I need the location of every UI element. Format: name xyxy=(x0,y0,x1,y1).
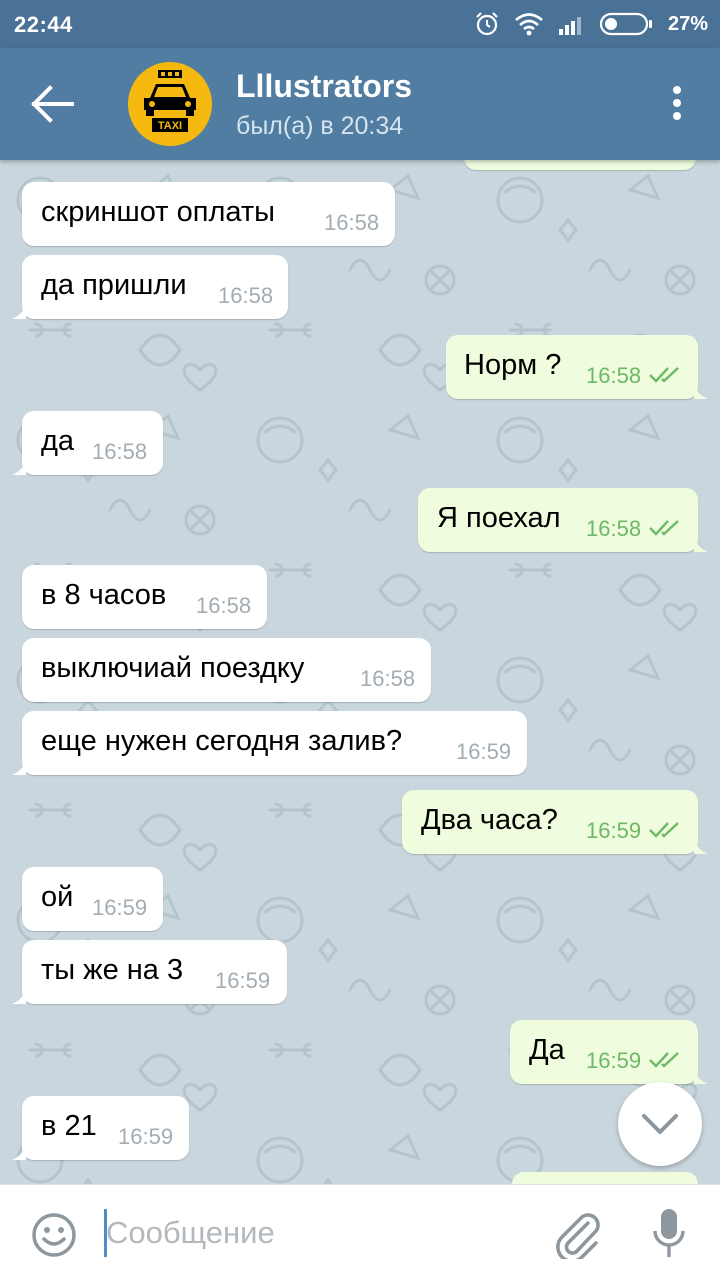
message-time: 16:58 xyxy=(196,593,252,618)
message-text: еще нужен сегодня залив? xyxy=(41,725,403,757)
message-time: 16:58 xyxy=(586,363,642,388)
signal-icon xyxy=(558,17,581,35)
battery-icon xyxy=(599,12,652,36)
message-text: ты же на 3 xyxy=(41,954,184,986)
message-text: Да xyxy=(529,1034,565,1066)
more-vert-icon[interactable] xyxy=(670,86,684,126)
message-time: 16:59 xyxy=(118,1124,174,1149)
bubble-tail xyxy=(694,538,708,552)
message-bubble[interactable]: скриншот оплаты 16:58 xyxy=(22,182,395,246)
message-time: 16:58 xyxy=(324,210,380,235)
chevron-down-icon xyxy=(642,1114,678,1134)
paperclip-icon[interactable] xyxy=(552,1207,602,1259)
battery-percent: 27% xyxy=(667,12,708,35)
message-time: 16:59 xyxy=(586,818,642,843)
bubble-tail xyxy=(12,761,26,775)
message-time: 16:59 xyxy=(92,895,148,920)
avatar-label: TAXI xyxy=(158,120,182,132)
bubble-tail xyxy=(12,461,26,475)
message-text: Два часа? xyxy=(421,804,558,836)
message-bubble[interactable]: в 8 часов 16:58 xyxy=(22,565,267,629)
message-bubble[interactable]: да 16:58 xyxy=(12,411,163,475)
message-text: скриншот оплаты xyxy=(41,196,275,228)
message-bubble[interactable]: да пришли 16:58 xyxy=(12,255,288,319)
message-bubble[interactable]: еще нужен сегодня залив? 16:59 xyxy=(12,711,527,775)
message-time: 16:58 xyxy=(360,666,416,691)
message-bubble[interactable]: в 21 16:59 xyxy=(12,1096,189,1160)
wifi-icon xyxy=(515,13,543,36)
bubble-tail xyxy=(12,1146,26,1160)
message-text: в 21 xyxy=(41,1110,97,1142)
message-time: 16:58 xyxy=(92,439,148,464)
back-arrow-icon[interactable] xyxy=(30,84,76,124)
scroll-down-button[interactable] xyxy=(618,1082,702,1166)
message-composer xyxy=(0,1184,720,1280)
last-seen-status: был(а) в 20:34 xyxy=(236,112,404,140)
message-text: в 8 часов xyxy=(41,579,167,611)
message-partial-bottom xyxy=(512,1172,698,1184)
message-bubble[interactable]: Да 16:59 xyxy=(510,1020,708,1084)
message-bubble[interactable]: Я поехал 16:58 xyxy=(418,488,708,552)
chat-title[interactable]: Lllustrators xyxy=(236,68,412,105)
chat-header: TAXI Lllustrators был(а) в 20:34 xyxy=(0,48,720,160)
message-bubble[interactable]: ты же на 3 16:59 xyxy=(12,940,287,1004)
microphone-icon[interactable] xyxy=(652,1207,686,1261)
message-text: да пришли xyxy=(41,269,187,301)
message-bubble[interactable]: выключиай поездку 16:58 xyxy=(22,638,431,702)
message-time: 16:59 xyxy=(456,739,512,764)
message-bubble[interactable]: ой 16:59 xyxy=(22,867,163,931)
alarm-icon xyxy=(476,12,498,36)
double-check-icon xyxy=(649,1052,679,1068)
message-text: да xyxy=(41,425,75,457)
bubble-tail xyxy=(694,385,708,399)
message-text: ой xyxy=(41,881,74,913)
bubble-tail xyxy=(694,840,708,854)
bubble-tail xyxy=(12,305,26,319)
message-bubble[interactable]: Два часа? 16:59 xyxy=(402,790,708,854)
message-time: 16:58 xyxy=(218,283,274,308)
message-list[interactable]: скриншот оплаты 16:58 да пришли 16:58 Но… xyxy=(0,160,720,1184)
double-check-icon xyxy=(649,367,679,383)
message-text: Норм ? xyxy=(464,349,562,381)
message-text: выключиай поездку xyxy=(41,652,305,684)
status-time: 22:44 xyxy=(14,12,73,37)
double-check-icon xyxy=(649,822,679,838)
message-bubble[interactable]: Норм ? 16:58 xyxy=(446,335,708,399)
message-text: Я поехал xyxy=(437,502,561,534)
message-input[interactable] xyxy=(106,1205,526,1261)
avatar[interactable]: TAXI xyxy=(128,62,212,146)
message-time: 16:58 xyxy=(586,516,642,541)
status-icons: 27% xyxy=(474,10,708,38)
taxi-logo: TAXI xyxy=(144,70,196,132)
message-time: 16:59 xyxy=(586,1048,642,1073)
double-check-icon xyxy=(649,520,679,536)
emoji-icon[interactable] xyxy=(30,1211,78,1259)
message-time: 16:59 xyxy=(215,968,271,993)
bubble-tail xyxy=(12,990,26,1004)
message-partial-top xyxy=(464,160,696,170)
status-bar: 22:44 27% xyxy=(0,0,720,48)
